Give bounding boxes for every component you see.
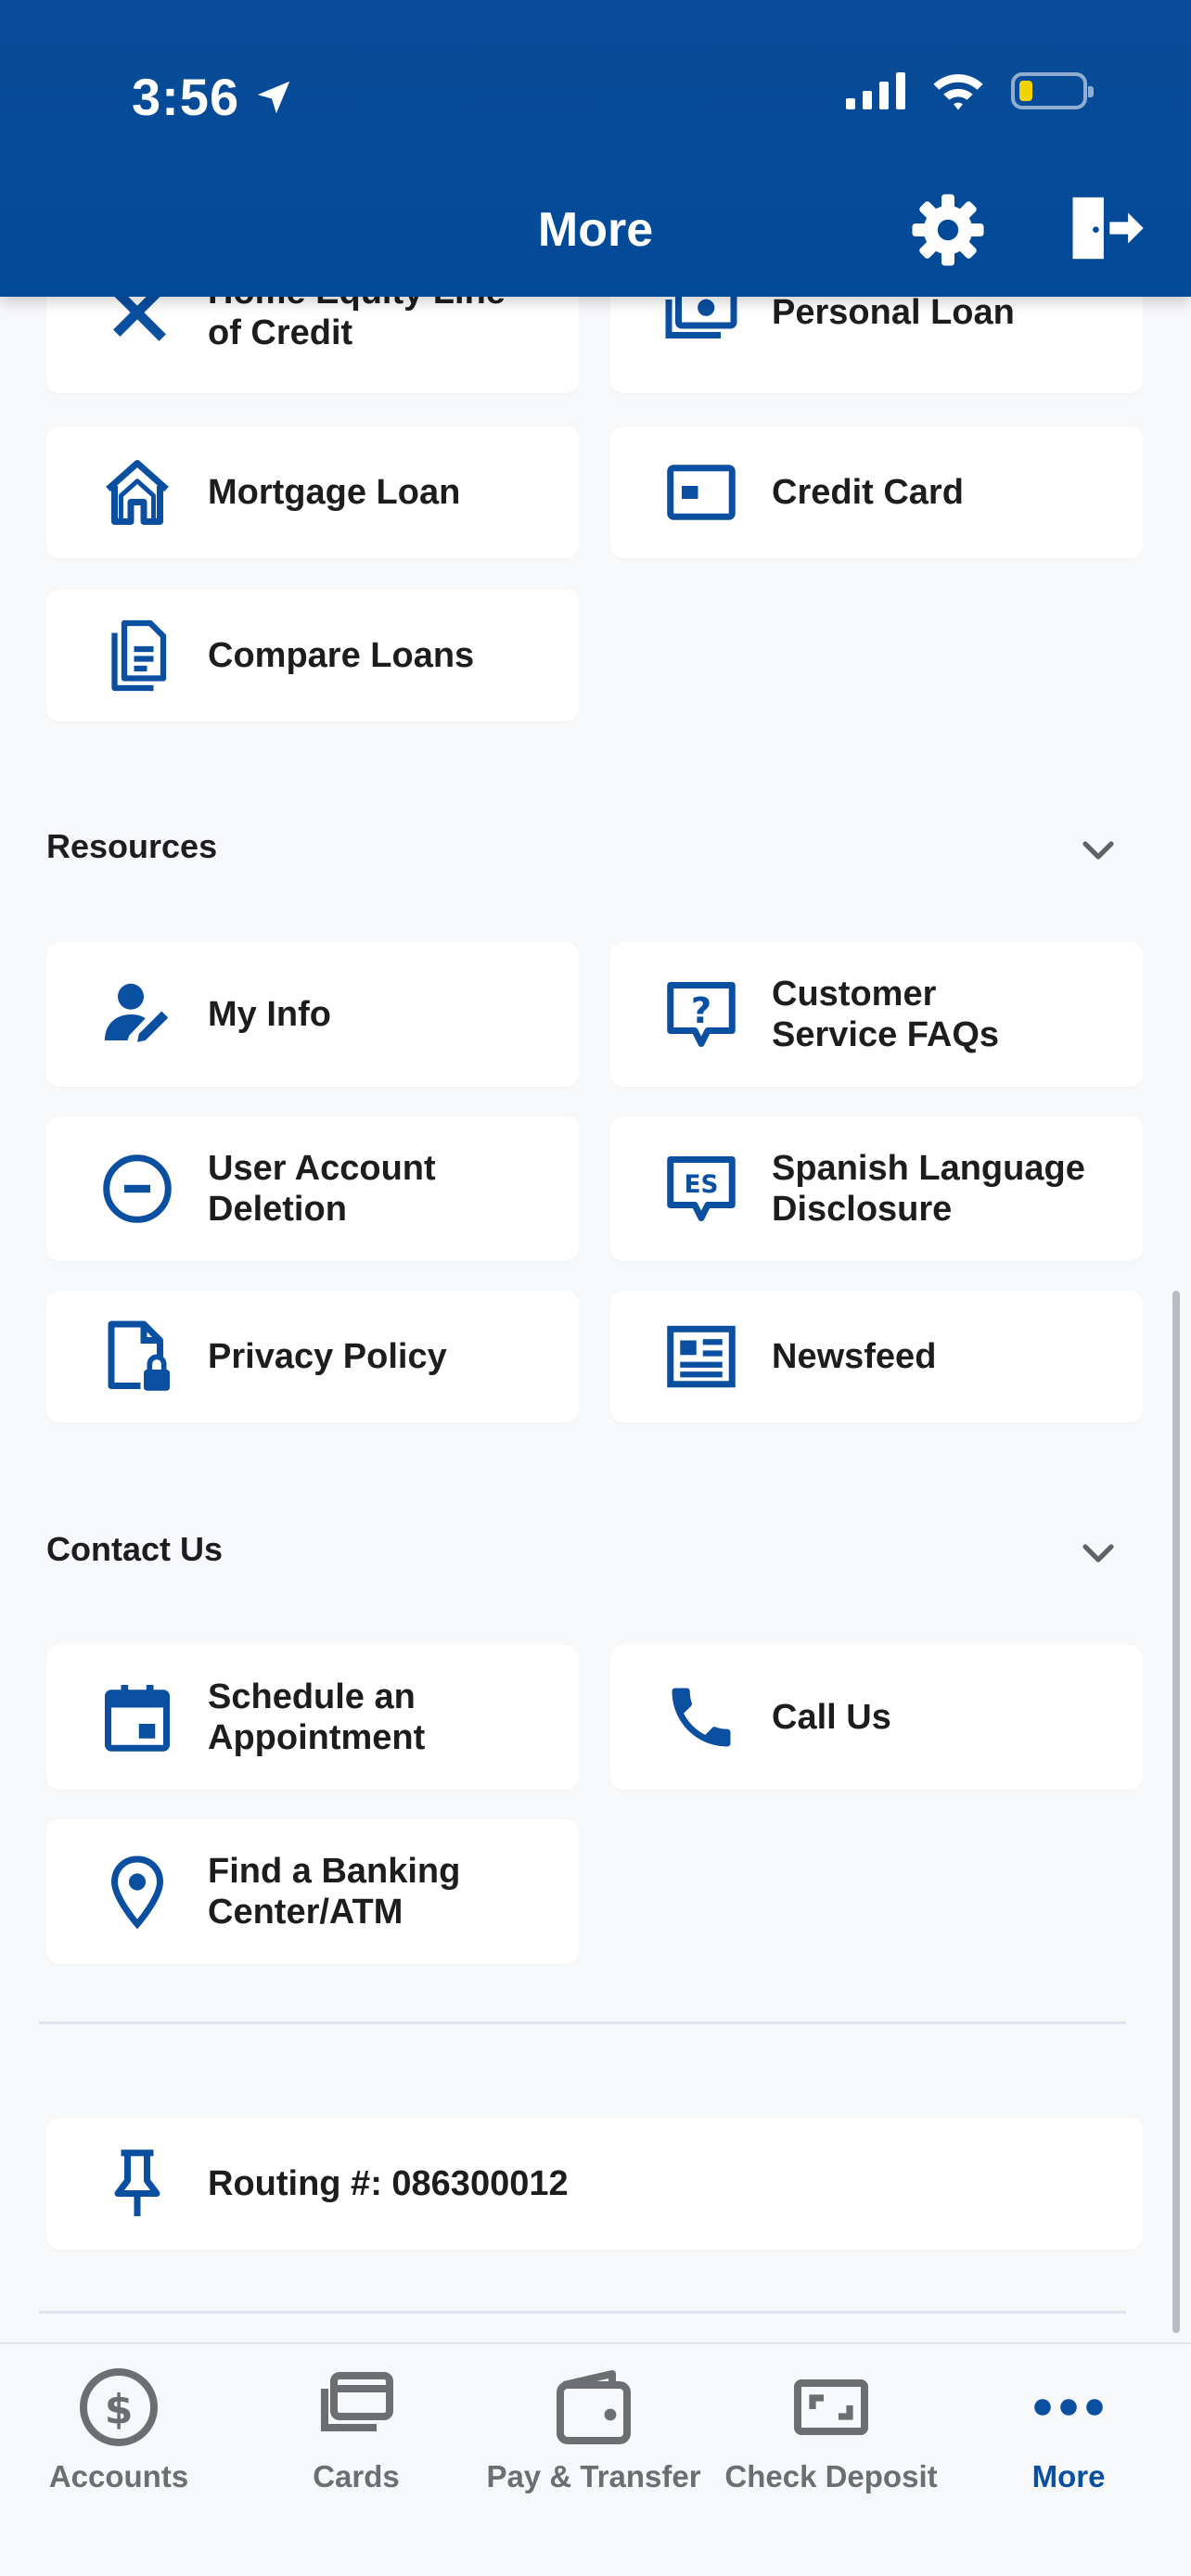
tile-label: Call Us	[772, 1698, 891, 1737]
tile-mortgage-loan[interactable]: Mortgage Loan	[46, 427, 579, 558]
tile-compare-loans[interactable]: Compare Loans	[46, 590, 579, 721]
scrollbar[interactable]	[1172, 1291, 1180, 2333]
user-edit-icon	[105, 983, 169, 1042]
page-title: More	[537, 203, 654, 257]
credit-card-icon	[667, 465, 736, 520]
tile-my-info[interactable]: My Info	[46, 942, 579, 1087]
divider	[39, 2311, 1126, 2314]
newspaper-icon	[667, 1325, 736, 1388]
tile-user-account-deletion[interactable]: User Account Deletion	[46, 1116, 579, 1261]
wifi-icon	[933, 74, 983, 110]
logout-icon[interactable]	[1067, 191, 1146, 265]
tile-label: Mortgage Loan	[208, 473, 461, 512]
tab-more[interactable]: More	[950, 2344, 1187, 2530]
wallet-icon	[557, 2370, 631, 2444]
tile-customer-service-faqs[interactable]: ? Customer Service FAQs	[610, 942, 1143, 1087]
tile-label: Customer Service FAQs	[772, 975, 1000, 1054]
tile-label: Schedule an Appointment	[208, 1677, 426, 1757]
tile-label: Personal Loan	[772, 293, 1015, 332]
tile-label: Newsfeed	[772, 1337, 937, 1376]
cellular-signal-icon	[846, 72, 905, 109]
tab-pay-transfer[interactable]: Pay & Transfer	[475, 2344, 712, 2530]
battery-icon	[1011, 72, 1094, 109]
tab-cards[interactable]: Cards	[237, 2344, 475, 2530]
tile-credit-card[interactable]: Credit Card	[610, 427, 1143, 558]
tab-label: More	[1031, 2459, 1106, 2493]
gear-icon[interactable]	[909, 191, 987, 269]
section-title-contact-us: Contact Us	[46, 1530, 224, 1568]
svg-text:$: $	[105, 2386, 134, 2433]
tile-label: Find a Banking Center/ATM	[208, 1852, 461, 1932]
dollar-circle-icon: $	[80, 2368, 158, 2446]
tile-label: Compare Loans	[208, 636, 475, 675]
tile-call-us[interactable]: Call Us	[610, 1645, 1143, 1790]
svg-text:ES: ES	[685, 1171, 719, 1199]
tab-label: Check Deposit	[724, 2459, 938, 2493]
tab-accounts[interactable]: $ Accounts	[0, 2344, 237, 2530]
tile-routing-number[interactable]: Routing #: 086300012	[46, 2118, 1143, 2250]
routing-number-label: Routing #: 086300012	[208, 2164, 569, 2203]
tab-label: Accounts	[48, 2459, 189, 2493]
tab-check-deposit[interactable]: Check Deposit	[712, 2344, 950, 2530]
file-lock-icon	[108, 1320, 170, 1391]
chevron-down-icon[interactable]	[1076, 1530, 1121, 1575]
svg-text:?: ?	[691, 990, 711, 1032]
cards-icon	[321, 2372, 393, 2431]
minus-circle-icon	[103, 1154, 172, 1223]
tab-label: Pay & Transfer	[486, 2459, 701, 2493]
phone-icon	[672, 1688, 731, 1747]
tile-label: Privacy Policy	[208, 1337, 447, 1376]
chevron-down-icon[interactable]	[1076, 827, 1121, 872]
documents-icon	[111, 619, 167, 692]
tile-newsfeed[interactable]: Newsfeed	[610, 1291, 1143, 1422]
es-bubble-icon: ES	[667, 1156, 736, 1221]
tile-find-banking-center[interactable]: Find a Banking Center/ATM	[46, 1819, 579, 1964]
location-pin-icon	[110, 1855, 164, 1930]
app-header: 3:56 More	[0, 0, 1191, 297]
location-arrow-icon	[257, 81, 290, 113]
calendar-icon	[105, 1685, 170, 1752]
tile-label: My Info	[208, 995, 331, 1034]
tile-label: Credit Card	[772, 473, 964, 512]
tile-spanish-language-disclosure[interactable]: ES Spanish Language Disclosure	[610, 1116, 1143, 1261]
tile-label: User Account Deletion	[208, 1149, 436, 1229]
house-icon	[106, 460, 169, 525]
status-time: 3:56	[132, 67, 295, 127]
check-scan-icon	[794, 2379, 868, 2435]
status-indicators	[846, 70, 1094, 111]
tab-bar: $ Accounts Cards Pay & Transfer Check De…	[0, 2342, 1191, 2576]
question-bubble-icon: ?	[667, 982, 736, 1047]
tile-privacy-policy[interactable]: Privacy Policy	[46, 1291, 579, 1422]
pushpin-icon	[114, 2149, 160, 2216]
tile-schedule-appointment[interactable]: Schedule an Appointment	[46, 1645, 579, 1790]
tile-label: Spanish Language Disclosure	[772, 1149, 1085, 1229]
divider	[39, 2021, 1126, 2024]
section-title-resources: Resources	[46, 827, 218, 865]
tab-label: Cards	[313, 2459, 400, 2493]
more-dots-icon	[1034, 2399, 1103, 2416]
